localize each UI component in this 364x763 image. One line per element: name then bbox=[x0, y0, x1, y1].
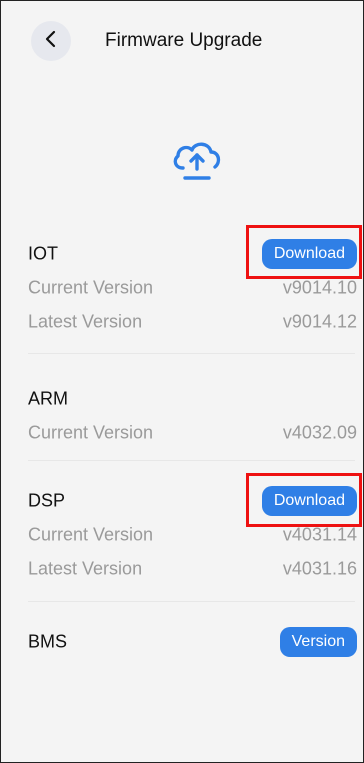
back-button[interactable] bbox=[31, 21, 71, 61]
iot-section: IOT Download Current Version v9014.10 La… bbox=[28, 237, 357, 339]
arm-current-label: Current Version bbox=[28, 422, 154, 443]
iot-latest-value: v9014.12 bbox=[282, 311, 357, 332]
dsp-latest-value: v4031.16 bbox=[282, 558, 357, 579]
page-title: Firmware Upgrade bbox=[105, 30, 263, 51]
iot-current-value: v9014.10 bbox=[282, 277, 357, 298]
bms-section: BMS Version bbox=[28, 625, 357, 659]
arm-current-value: v4032.09 bbox=[282, 422, 357, 443]
arm-label: ARM bbox=[28, 388, 68, 409]
divider bbox=[28, 460, 355, 461]
divider bbox=[28, 353, 355, 354]
iot-download-button[interactable]: Download bbox=[261, 239, 357, 269]
bms-label: BMS bbox=[28, 631, 68, 652]
iot-header-row: IOT Download bbox=[28, 237, 357, 271]
dsp-header-row: DSP Download bbox=[28, 484, 357, 518]
dsp-latest-row: Latest Version v4031.16 bbox=[28, 552, 357, 586]
dsp-label: DSP bbox=[28, 490, 66, 511]
dsp-section: DSP Download Current Version v4031.14 La… bbox=[28, 484, 357, 586]
iot-latest-label: Latest Version bbox=[28, 311, 143, 332]
bms-version-button[interactable]: Version bbox=[279, 627, 357, 657]
dsp-current-value: v4031.14 bbox=[282, 524, 357, 545]
arm-current-row: Current Version v4032.09 bbox=[28, 416, 357, 450]
arm-header-row: ARM bbox=[28, 382, 357, 416]
iot-label: IOT bbox=[28, 243, 58, 264]
arm-section: ARM Current Version v4032.09 bbox=[28, 382, 357, 450]
dsp-latest-label: Latest Version bbox=[28, 558, 143, 579]
iot-current-row: Current Version v9014.10 bbox=[28, 271, 357, 305]
cloud-upload-icon bbox=[169, 138, 225, 182]
app-screen: Firmware Upgrade IOT Download Current Ve… bbox=[0, 0, 364, 763]
bms-header-row: BMS Version bbox=[28, 625, 357, 659]
iot-latest-row: Latest Version v9014.12 bbox=[28, 305, 357, 339]
iot-current-label: Current Version bbox=[28, 277, 154, 298]
dsp-current-row: Current Version v4031.14 bbox=[28, 518, 357, 552]
dsp-download-button[interactable]: Download bbox=[261, 486, 357, 516]
chevron-left-icon bbox=[44, 30, 58, 53]
dsp-current-label: Current Version bbox=[28, 524, 154, 545]
divider bbox=[28, 601, 355, 602]
header: Firmware Upgrade bbox=[31, 21, 262, 61]
